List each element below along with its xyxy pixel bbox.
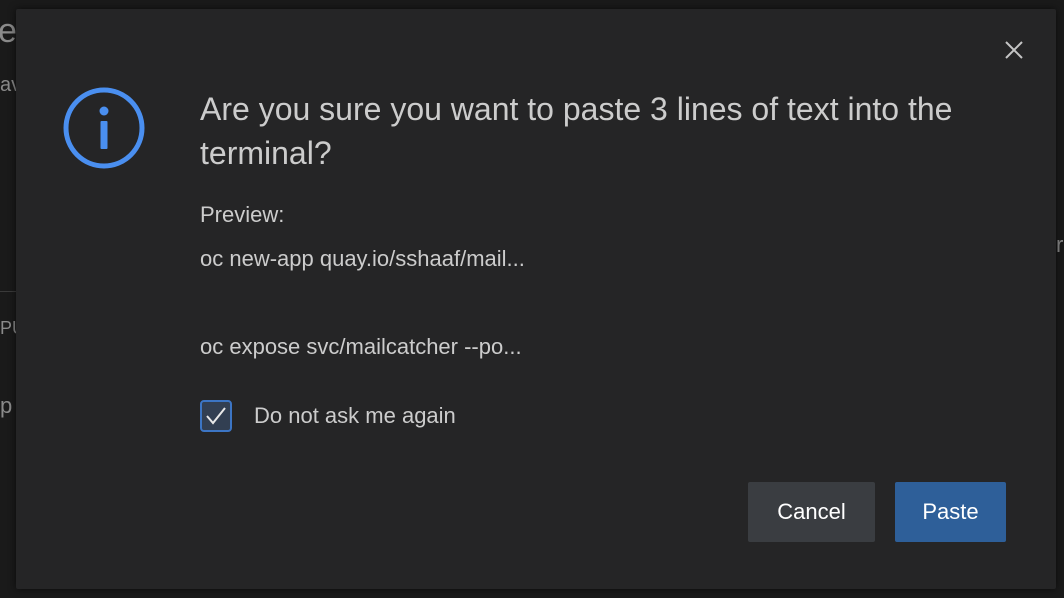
background-divider — [0, 291, 16, 292]
checkmark-icon — [206, 407, 226, 425]
preview-line: oc new-app quay.io/sshaaf/mail... — [200, 246, 525, 271]
do-not-ask-again-label[interactable]: Do not ask me again — [254, 402, 456, 430]
paste-confirmation-dialog: Are you sure you want to paste 3 lines o… — [16, 9, 1056, 589]
info-icon — [62, 86, 146, 170]
dialog-title: Are you sure you want to paste 3 lines o… — [200, 91, 953, 171]
cancel-button[interactable]: Cancel — [748, 482, 875, 542]
background-text-fragment: r — [1056, 232, 1064, 257]
preview-label: Preview: — [200, 202, 285, 227]
close-icon — [1005, 41, 1023, 59]
do-not-ask-again-row[interactable]: Do not ask me again — [200, 398, 456, 434]
paste-button[interactable]: Paste — [895, 482, 1006, 542]
close-button[interactable] — [1001, 37, 1027, 63]
background-text-fragment: e — [0, 12, 17, 50]
preview-line: oc expose svc/mailcatcher --po... — [200, 334, 522, 359]
do-not-ask-again-checkbox[interactable] — [200, 400, 232, 432]
background-text-fragment: p — [0, 393, 13, 418]
